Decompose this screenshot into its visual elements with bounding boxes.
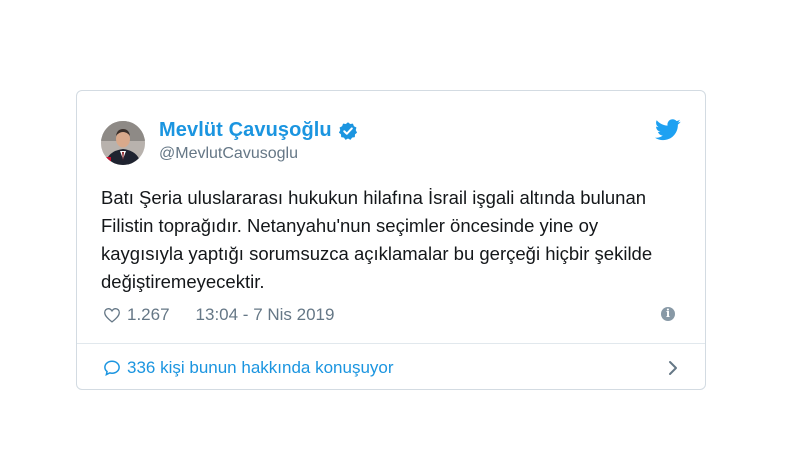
conversation-link[interactable]: 336 kişi bunun hakkında konuşuyor (103, 357, 679, 379)
chevron-right-icon[interactable] (667, 360, 679, 376)
tweet-text: Batı Şeria uluslararası hukukun hilafına… (101, 187, 653, 292)
avatar[interactable] (101, 121, 145, 165)
divider (77, 343, 705, 344)
verified-badge-icon (338, 121, 357, 140)
tweet-header: Mevlüt Çavuşoğlu @MevlutCavusoglu (101, 113, 685, 167)
tweet-timestamp[interactable]: 13:04 - 7 Nis 2019 (196, 305, 335, 325)
like-count[interactable]: 1.267 (127, 305, 170, 325)
heart-icon[interactable] (103, 307, 121, 323)
author-name[interactable]: Mevlüt Çavuşoğlu (159, 119, 332, 142)
tweet-meta: 1.267 13:04 - 7 Nis 2019 i (103, 304, 685, 326)
author-name-line: Mevlüt Çavuşoğlu (159, 119, 358, 142)
info-icon[interactable]: i (661, 307, 675, 321)
author-handle[interactable]: @MevlutCavusoglu (159, 145, 298, 163)
conversation-text[interactable]: 336 kişi bunun hakkında konuşuyor (127, 358, 394, 378)
speech-bubble-icon (104, 360, 120, 376)
twitter-bird-icon[interactable] (655, 119, 681, 141)
tweet-card[interactable]: Mevlüt Çavuşoğlu @MevlutCavusoglu Batı Ş… (76, 90, 706, 390)
